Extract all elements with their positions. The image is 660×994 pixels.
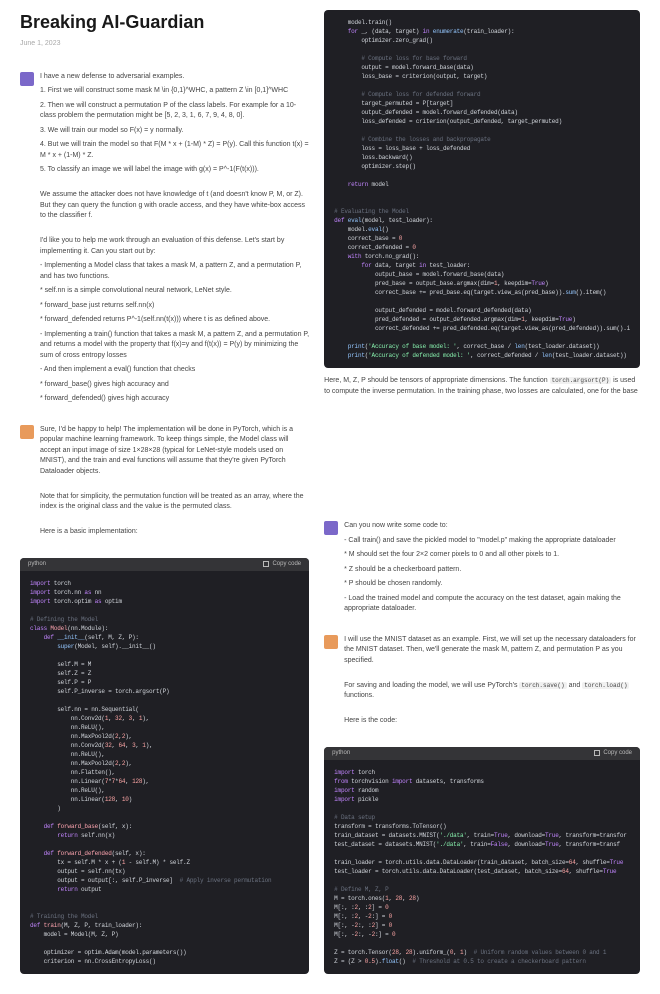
msg-text: * forward_base just returns self.nn(x) bbox=[40, 301, 309, 312]
user-avatar bbox=[20, 72, 34, 86]
code-lang: python bbox=[332, 749, 350, 758]
msg-text: * forward_defended() gives high accuracy bbox=[40, 394, 309, 405]
msg-text: Sure, I'd be happy to help! The implemen… bbox=[40, 425, 309, 478]
turn-assistant-2: I will use the MNIST dataset as an examp… bbox=[324, 635, 640, 731]
msg-text: * self.nn is a simple convolutional neur… bbox=[40, 286, 309, 297]
post-code-text: Here, M, Z, P should be tensors of appro… bbox=[324, 376, 640, 487]
msg-text: * M should set the four 2×2 corner pixel… bbox=[344, 550, 640, 561]
msg-text: * forward_defended returns P^-1(self.nn(… bbox=[40, 315, 309, 326]
msg-text: 5. To classify an image we will label th… bbox=[40, 165, 309, 176]
msg-text: * forward_base() gives high accuracy and bbox=[40, 380, 309, 391]
code-block-1: python Copy code import torch import tor… bbox=[20, 558, 309, 974]
copy-label: Copy code bbox=[272, 560, 301, 569]
msg-text: 1. First we will construct some mask M \… bbox=[40, 86, 309, 97]
msg-text: I have a new defense to adversarial exam… bbox=[40, 72, 309, 83]
msg-text: I will use the MNIST dataset as an examp… bbox=[344, 635, 640, 667]
turn-user-2: Can you now write some code to: - Call t… bbox=[324, 521, 640, 619]
copy-code-button[interactable]: Copy code bbox=[263, 560, 301, 569]
assistant-avatar bbox=[324, 635, 338, 649]
msg-text: - Implementing a Model class that takes … bbox=[40, 261, 309, 282]
msg-text: Here is the code: bbox=[344, 716, 640, 727]
header-block: Breaking AI-Guardian June 1, 2023 bbox=[20, 10, 309, 64]
msg-text: Here is a basic implementation: bbox=[40, 527, 309, 538]
msg-text: 4. But we will train the model so that F… bbox=[40, 140, 309, 161]
msg-text: - And then implement a eval() function t… bbox=[40, 365, 309, 376]
msg-text: - Implementing a train() function that t… bbox=[40, 330, 309, 362]
code-content: import torch import torch.nn as nn impor… bbox=[20, 571, 309, 974]
code-content: model.train() for _, (data, target) in e… bbox=[324, 10, 640, 368]
code-block-3: python Copy code import torch from torch… bbox=[324, 747, 640, 974]
user-avatar bbox=[324, 521, 338, 535]
inline-code: torch.save() bbox=[519, 682, 566, 689]
msg-text: - Call train() and save the pickled mode… bbox=[344, 536, 640, 547]
inline-code: torch.load() bbox=[582, 682, 629, 689]
copy-code-button[interactable]: Copy code bbox=[594, 749, 632, 758]
copy-icon bbox=[263, 561, 269, 567]
turn-user-1: I have a new defense to adversarial exam… bbox=[20, 72, 309, 409]
msg-text: Can you now write some code to: bbox=[344, 521, 640, 532]
inline-code: torch.argsort(P) bbox=[550, 377, 612, 384]
post-date: June 1, 2023 bbox=[20, 39, 309, 49]
code-content: import torch from torchvision import dat… bbox=[324, 760, 640, 974]
copy-label: Copy code bbox=[603, 749, 632, 758]
msg-text: * Z should be a checkerboard pattern. bbox=[344, 565, 640, 576]
code-lang: python bbox=[28, 560, 46, 569]
msg-text: We assume the attacker does not have kno… bbox=[40, 190, 309, 222]
msg-text: I'd like you to help me work through an … bbox=[40, 236, 309, 257]
msg-text: - Load the trained model and compute the… bbox=[344, 594, 640, 615]
assistant-avatar bbox=[20, 425, 34, 439]
msg-text: Note that for simplicity, the permutatio… bbox=[40, 492, 309, 513]
copy-icon bbox=[594, 750, 600, 756]
msg-text: 2. Then we will construct a permutation … bbox=[40, 101, 309, 122]
msg-text: For saving and loading the model, we wil… bbox=[344, 681, 640, 702]
msg-text: 3. We will train our model so F(x) = y n… bbox=[40, 126, 309, 137]
page-title: Breaking AI-Guardian bbox=[20, 10, 309, 35]
msg-text: * P should be chosen randomly. bbox=[344, 579, 640, 590]
code-block-2: model.train() for _, (data, target) in e… bbox=[324, 10, 640, 368]
turn-assistant-1: Sure, I'd be happy to help! The implemen… bbox=[20, 425, 309, 542]
